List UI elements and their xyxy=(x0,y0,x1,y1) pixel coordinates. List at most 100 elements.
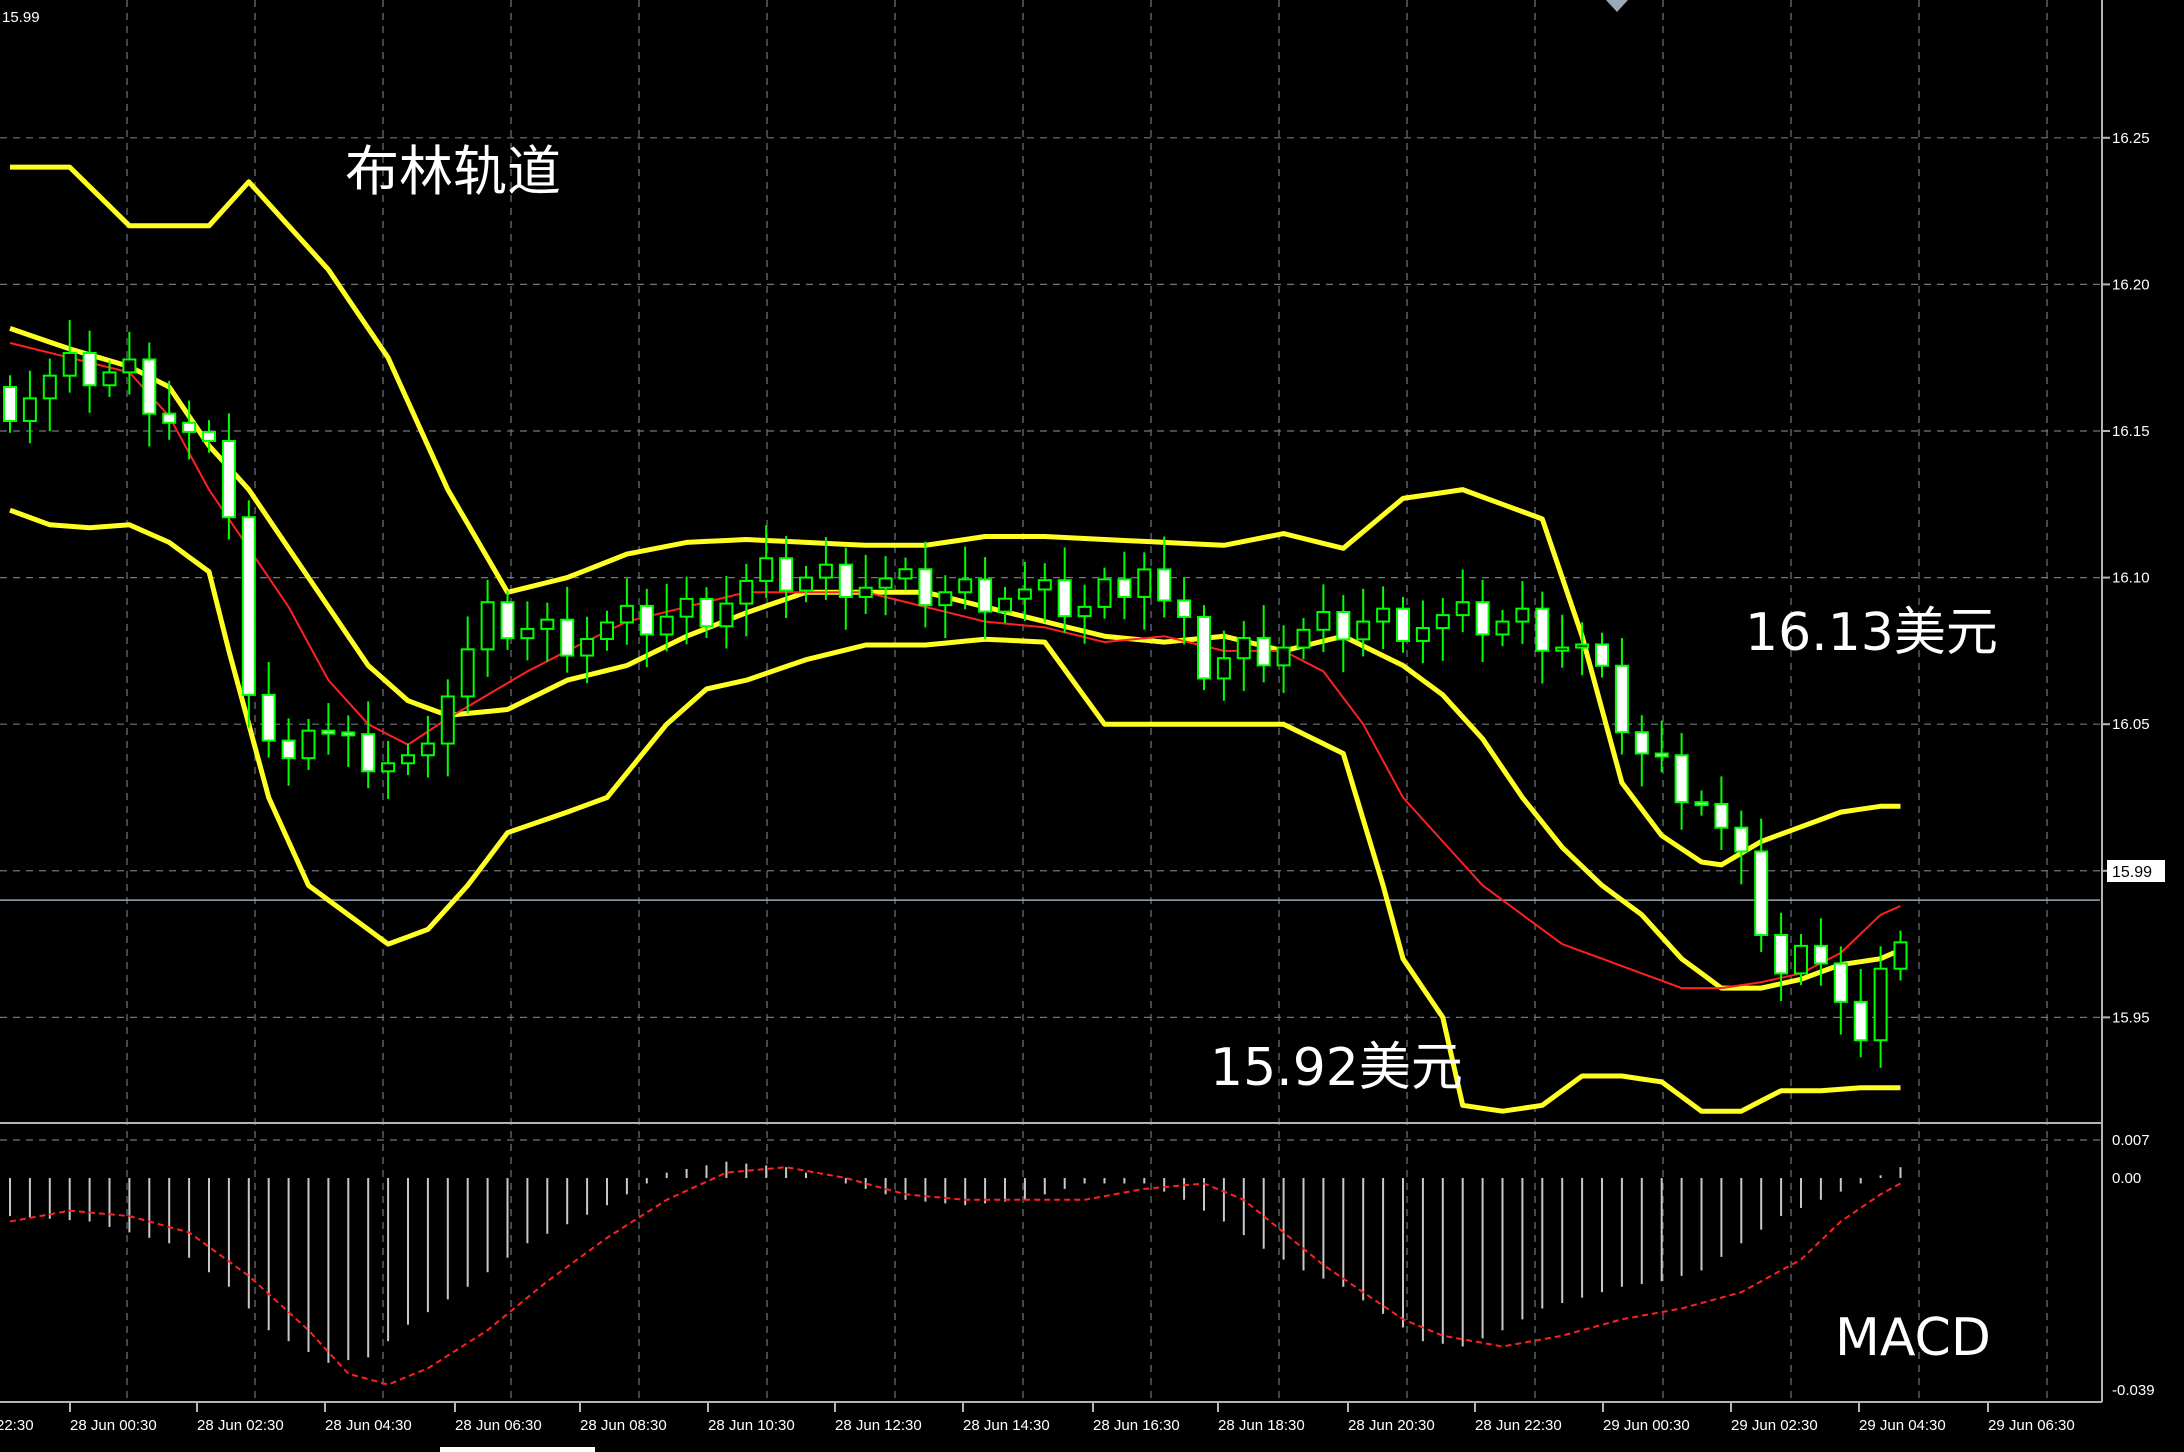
price-tick-label: 16.25 xyxy=(2112,130,2150,147)
candle-body xyxy=(1515,607,1530,623)
candle-body xyxy=(381,762,396,773)
price-tick-label: 16.10 xyxy=(2112,570,2150,587)
candle-body xyxy=(1316,610,1331,631)
upper-price-annotation: 16.13美元 xyxy=(1745,603,1998,663)
candle-body xyxy=(998,597,1012,613)
macd-annotation: MACD xyxy=(1835,1308,1991,1368)
candle-body xyxy=(460,648,475,698)
candle-body xyxy=(1396,607,1410,642)
candle-body xyxy=(301,729,316,760)
price-tick-label: 16.05 xyxy=(2112,716,2150,733)
candle-body xyxy=(1197,615,1211,680)
candle-body xyxy=(321,729,336,735)
candle-body xyxy=(1475,601,1490,636)
candle-body xyxy=(560,618,575,657)
time-tick-label: 29 Jun 00:30 xyxy=(1603,1417,1690,1434)
candle-body xyxy=(202,430,216,442)
time-tick-label: 28 Jun 16:30 xyxy=(1093,1417,1180,1434)
macd-tick-label: 0.007 xyxy=(2112,1132,2150,1149)
candle-body xyxy=(759,557,774,582)
candle-body xyxy=(1833,962,1848,1003)
candle-body xyxy=(401,754,415,765)
candle-body xyxy=(1794,944,1808,975)
candle-body xyxy=(898,568,913,580)
candle-body xyxy=(1137,568,1152,598)
candle-body xyxy=(82,352,97,387)
candle-body xyxy=(1276,646,1291,667)
candle-body xyxy=(1256,636,1271,667)
candle-body xyxy=(858,586,873,598)
candle-body xyxy=(838,563,853,598)
candle-body xyxy=(1853,1000,1868,1042)
macd-tick-label: -0.039 xyxy=(2112,1382,2155,1399)
bottom-scrollbar[interactable] xyxy=(440,1447,595,1452)
candle-body xyxy=(1575,643,1590,649)
candle-body xyxy=(361,733,376,773)
time-tick-label: 28 Jun 02:30 xyxy=(197,1417,284,1434)
corner-price-label: 15.99 xyxy=(2,9,40,26)
candle-body xyxy=(1654,752,1669,758)
candle-body xyxy=(1813,944,1828,965)
time-tick-label: 28 Jun 12:30 xyxy=(835,1417,922,1434)
candle-body xyxy=(281,739,296,760)
candle-body xyxy=(739,579,754,605)
candle-body xyxy=(1634,731,1649,755)
price-tick-label: 15.95 xyxy=(2112,1009,2150,1026)
candle-body xyxy=(779,557,794,592)
candle-body xyxy=(1614,664,1629,734)
candle-body xyxy=(42,374,57,400)
candle-body xyxy=(580,638,595,657)
time-tick-label: 28 Jun 14:30 xyxy=(963,1417,1050,1434)
time-tick-label: 29 Jun 02:30 xyxy=(1731,1417,1818,1434)
candle-body xyxy=(62,352,77,377)
candle-body xyxy=(1415,627,1430,642)
time-tick-label: 29 Jun 04:30 xyxy=(1859,1417,1946,1434)
candle-body xyxy=(1216,657,1231,680)
candle-body xyxy=(719,602,734,628)
price-chart: 16.2516.2016.1516.1016.0516.0015.950.007… xyxy=(0,0,2184,1452)
candle-body xyxy=(1495,620,1510,636)
lower-price-annotation: 15.92美元 xyxy=(1210,1038,1463,1098)
candle-body xyxy=(1097,578,1112,608)
candle-body xyxy=(1674,754,1689,804)
price-tick-label: 16.15 xyxy=(2112,423,2150,440)
candle-body xyxy=(480,601,495,651)
time-tick-label: 28 Jun 04:30 xyxy=(325,1417,412,1434)
candle-body xyxy=(122,358,137,374)
candle-body xyxy=(1236,636,1251,660)
candle-body xyxy=(1694,801,1709,807)
time-tick-label: 29 Jun 06:30 xyxy=(1988,1417,2075,1434)
candle-body xyxy=(341,731,356,737)
candle-body xyxy=(1734,826,1749,853)
time-tick-label: 28 Jun 10:30 xyxy=(708,1417,795,1434)
candle-body xyxy=(1077,605,1092,618)
candle-body xyxy=(1435,614,1450,630)
candle-body xyxy=(241,516,256,696)
price-badge: 15.99 xyxy=(2112,864,2152,881)
candle-body xyxy=(1774,933,1789,975)
candle-body xyxy=(520,627,535,640)
candle-body xyxy=(958,578,973,594)
macd-tick-label: 0.00 xyxy=(2112,1170,2141,1187)
candle-body xyxy=(1714,802,1729,829)
candle-body xyxy=(1595,643,1609,667)
candle-body xyxy=(1376,607,1391,623)
candle-body xyxy=(22,397,37,423)
candle-body xyxy=(1117,578,1132,598)
candle-body xyxy=(699,597,714,628)
candle-body xyxy=(540,618,555,630)
candle-body xyxy=(639,604,654,636)
candle-body xyxy=(182,421,197,433)
candle-body xyxy=(1017,588,1032,600)
candle-body xyxy=(1057,579,1072,618)
candle-body xyxy=(818,563,833,579)
candle-body xyxy=(142,358,157,415)
candle-body xyxy=(1535,607,1550,652)
candle-body xyxy=(938,591,953,607)
price-tick-label: 16.20 xyxy=(2112,276,2150,293)
candle-body xyxy=(1037,579,1052,591)
candle-body xyxy=(500,601,515,640)
time-tick-label: 28 Jun 06:30 xyxy=(455,1417,542,1434)
candle-body xyxy=(440,695,455,745)
candle-body xyxy=(1873,967,1888,1042)
